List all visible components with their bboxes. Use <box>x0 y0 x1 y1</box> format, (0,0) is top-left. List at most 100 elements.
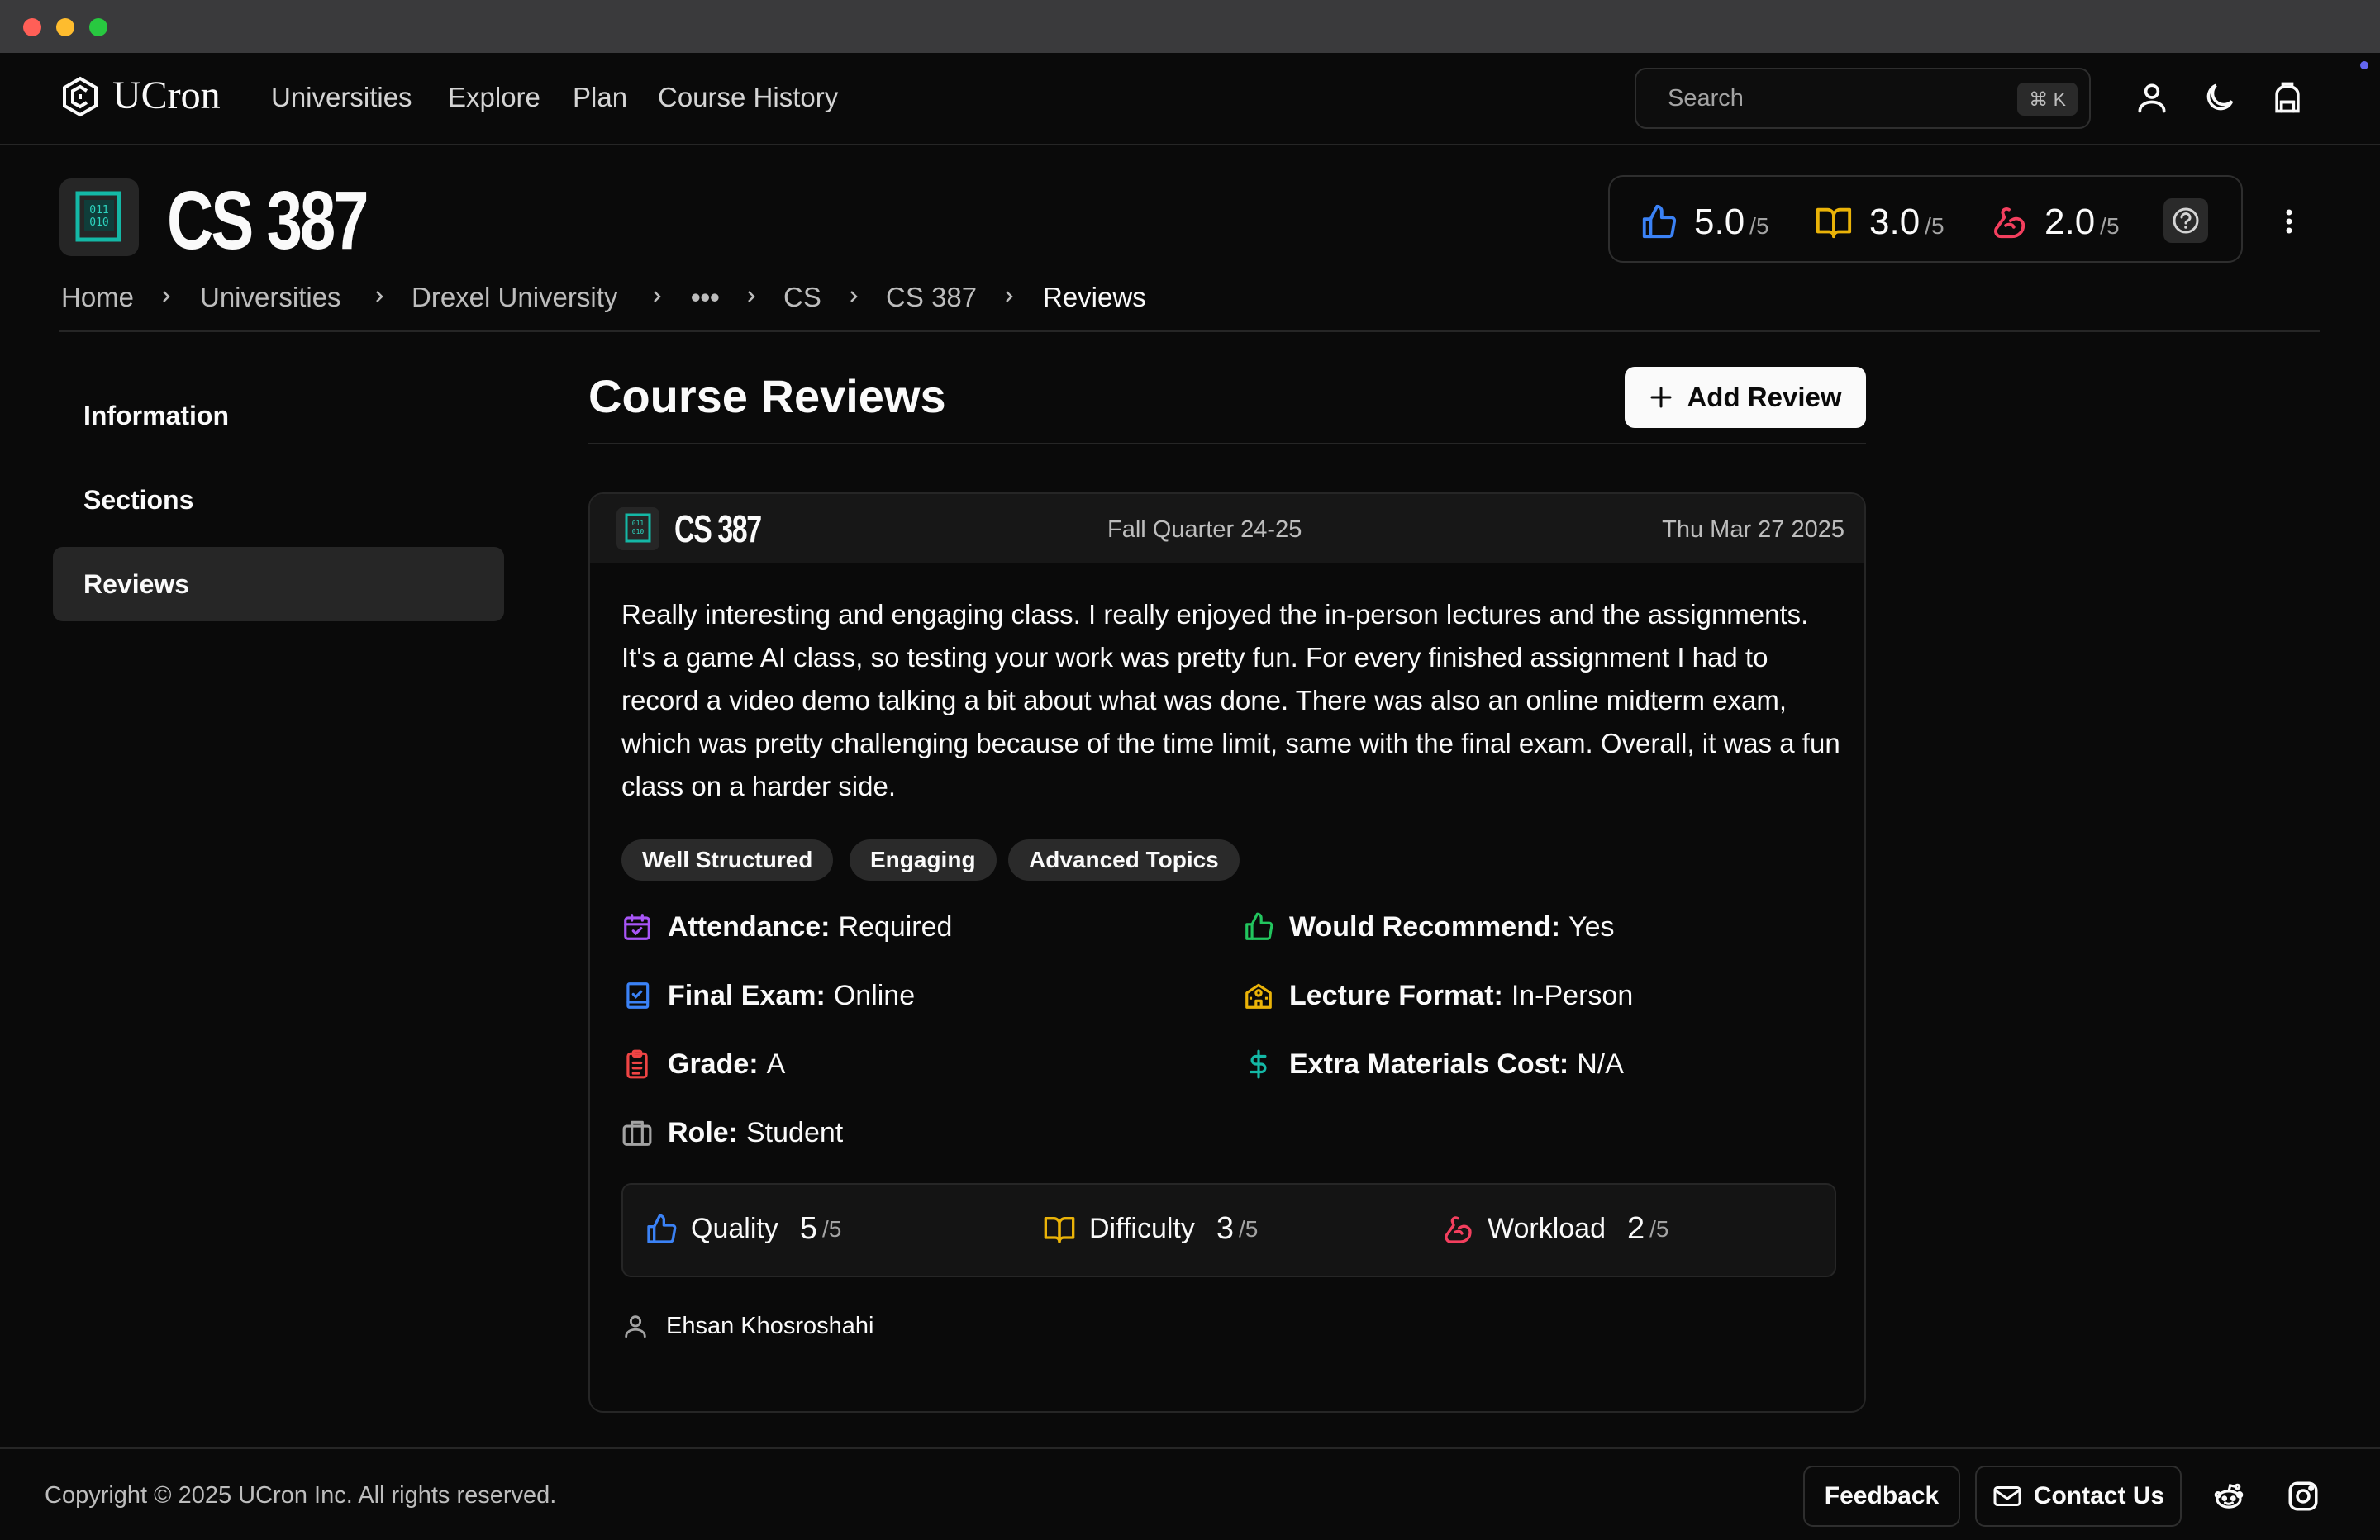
review-course-code[interactable]: CS 387 <box>674 506 762 552</box>
chevron-right-icon <box>654 291 661 302</box>
rating-difficulty-value: 3.0 <box>1869 202 1921 242</box>
briefcase-icon <box>622 1120 652 1146</box>
feedback-button[interactable]: Feedback <box>1803 1466 1960 1527</box>
breadcrumb-home[interactable]: Home <box>61 279 134 316</box>
header-divider <box>60 330 2320 332</box>
attr-would-recommend: Would Recommend: Yes <box>1243 909 1615 945</box>
attr-label: Lecture Format: <box>1289 980 1503 1011</box>
thumbs-up-icon <box>1245 912 1273 940</box>
attr-value: A <box>766 1048 786 1080</box>
attr-label: Attendance: <box>668 911 831 943</box>
maximize-window-button[interactable] <box>89 18 107 36</box>
add-review-button[interactable]: Add Review <box>1625 367 1866 428</box>
feedback-label: Feedback <box>1824 1482 1940 1509</box>
ratings-help-button[interactable] <box>2163 198 2208 243</box>
moon-icon[interactable] <box>2202 79 2238 116</box>
close-window-button[interactable] <box>23 18 41 36</box>
thumbs-up-icon <box>647 1214 677 1243</box>
course-icon: 011 010 <box>616 507 659 550</box>
footer: Copyright © 2025 UCron Inc. All rights r… <box>0 1447 2380 1540</box>
review-tag[interactable]: Advanced Topics <box>1008 839 1240 881</box>
svg-text:010: 010 <box>632 528 645 535</box>
flexed-arm-icon <box>1445 1215 1472 1243</box>
clipboard-list-icon <box>626 1049 648 1079</box>
svg-text:011: 011 <box>89 204 108 216</box>
nav-link-explore[interactable]: Explore <box>448 79 540 116</box>
flexed-arm-icon <box>1994 207 2025 239</box>
chevron-right-icon <box>1006 291 1013 302</box>
attr-label: Would Recommend: <box>1289 911 1561 943</box>
mail-icon <box>1993 1486 2021 1506</box>
review-card: 011 010 CS 387 Fall Quarter 24-25 Thu Mar… <box>588 492 1866 1413</box>
rating-workload-value: 2.0 <box>2044 202 2096 242</box>
score-difficulty: Difficulty 3 /5 <box>1043 1211 1258 1247</box>
attr-extra-materials-cost: Extra Materials Cost: N/A <box>1243 1046 1624 1082</box>
score-value: 5 <box>799 1211 817 1246</box>
course-ratings-summary: 5.0 /5 3.0 /5 2.0 /5 <box>1608 175 2243 263</box>
attr-value: Yes <box>1568 911 1615 943</box>
brand-name[interactable]: UCron <box>112 73 221 119</box>
review-tag[interactable]: Well Structured <box>621 839 834 881</box>
breadcrumb-drexel-university[interactable]: Drexel University <box>412 279 617 316</box>
score-quality: Quality 5 /5 <box>645 1211 841 1247</box>
svg-text:011: 011 <box>632 520 645 527</box>
nav-link-plan[interactable]: Plan <box>573 79 627 116</box>
attr-label: Final Exam: <box>668 980 826 1011</box>
attr-label: Extra Materials Cost: <box>1289 1048 1569 1080</box>
nav-link-universities[interactable]: Universities <box>271 79 412 116</box>
score-label: Workload <box>1488 1213 1606 1244</box>
sidebar-item-sections[interactable]: Sections <box>53 463 504 537</box>
help-circle-icon <box>2173 207 2199 234</box>
attr-value: Student <box>746 1117 844 1148</box>
breadcrumb-reviews: Reviews <box>1043 282 1146 312</box>
nav-link-course-history[interactable]: Course History <box>658 79 838 116</box>
breadcrumb-cs-387[interactable]: CS 387 <box>886 279 977 316</box>
chevron-right-icon <box>748 291 755 302</box>
user-icon[interactable] <box>2134 79 2170 116</box>
dollar-sign-icon <box>1249 1049 1267 1079</box>
add-review-label: Add Review <box>1687 382 1842 412</box>
backpack-icon[interactable] <box>2269 79 2306 116</box>
instagram-icon[interactable] <box>2286 1479 2320 1514</box>
search-input[interactable]: Search ⌘ K <box>1635 68 2091 129</box>
score-value: 2 <box>1627 1211 1645 1246</box>
attr-final-exam: Final Exam: Online <box>621 977 915 1014</box>
thumbs-up-icon <box>1642 204 1677 239</box>
sidebar-item-information[interactable]: Information <box>53 378 504 453</box>
sidebar-item-reviews[interactable]: Reviews <box>53 547 504 621</box>
school-building-icon <box>1245 983 1272 1009</box>
chevron-right-icon <box>376 291 383 302</box>
score-label: Quality <box>691 1213 778 1244</box>
attr-grade: Grade: A <box>621 1046 785 1082</box>
attr-lecture-format: Lecture Format: In-Person <box>1243 977 1633 1014</box>
breadcrumb-universities[interactable]: Universities <box>200 279 341 316</box>
score-max: /5 <box>821 1215 842 1242</box>
section-divider <box>588 443 1866 444</box>
section-title: Course Reviews <box>588 370 946 422</box>
contact-us-button[interactable]: Contact Us <box>1975 1466 2182 1527</box>
attr-role: Role: Student <box>621 1115 843 1151</box>
score-label: Difficulty <box>1089 1213 1195 1244</box>
rating-quality-max: /5 <box>1749 213 1769 239</box>
reddit-icon[interactable] <box>2211 1479 2246 1514</box>
breadcrumb-ellipsis[interactable]: ••• <box>691 279 720 316</box>
attr-label: Role: <box>668 1117 738 1148</box>
attr-label: Grade: <box>668 1048 759 1080</box>
review-card-header: 011 010 CS 387 Fall Quarter 24-25 Thu Mar… <box>590 494 1864 563</box>
minimize-window-button[interactable] <box>56 18 74 36</box>
breadcrumb-cs[interactable]: CS <box>783 279 821 316</box>
review-term: Fall Quarter 24-25 <box>1107 516 1302 543</box>
search-shortcut-badge: ⌘ K <box>2017 83 2078 116</box>
user-icon <box>625 1315 646 1338</box>
notification-dot <box>2360 61 2368 69</box>
attr-value: N/A <box>1577 1048 1624 1080</box>
chevron-right-icon <box>850 291 858 302</box>
score-max: /5 <box>1649 1215 1669 1242</box>
review-date: Thu Mar 27 2025 <box>1662 516 1844 543</box>
ucron-logo-icon[interactable] <box>60 76 101 117</box>
more-options-icon[interactable] <box>2271 203 2307 240</box>
contact-us-label: Contact Us <box>2033 1482 2165 1509</box>
review-tag[interactable]: Engaging <box>850 839 997 881</box>
attr-value: Online <box>833 980 916 1011</box>
attr-value: Required <box>838 911 953 943</box>
